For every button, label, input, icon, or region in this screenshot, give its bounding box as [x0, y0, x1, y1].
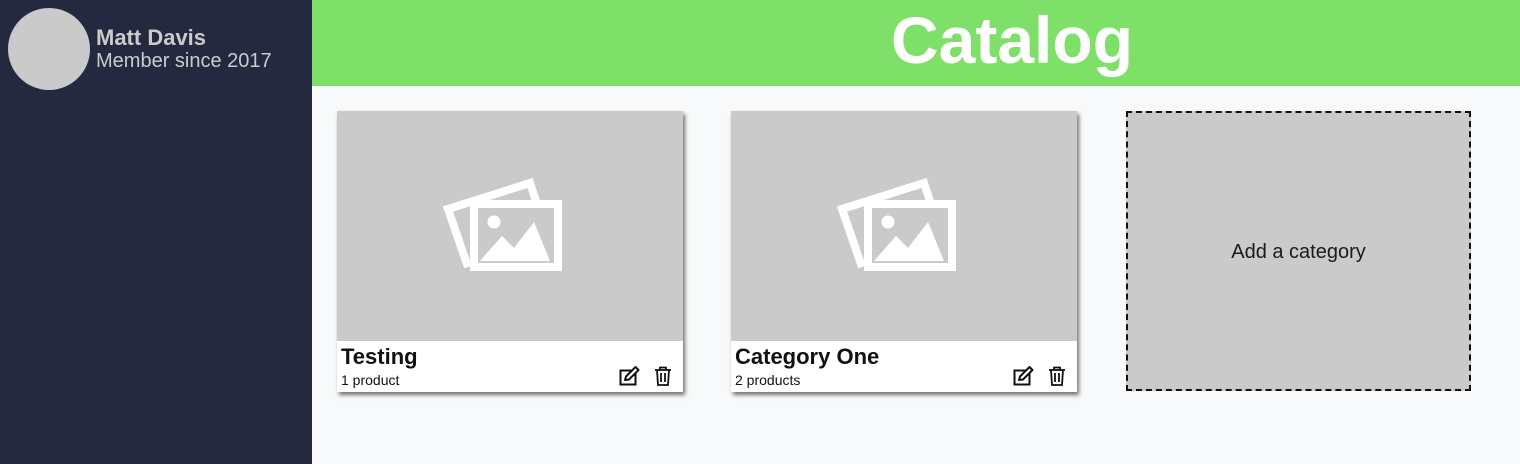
trash-icon[interactable]: [1047, 366, 1069, 386]
edit-icon[interactable]: [619, 366, 641, 386]
sidebar: Matt Davis Member since 2017: [0, 0, 312, 464]
trash-icon[interactable]: [653, 366, 675, 386]
user-name: Matt Davis: [96, 25, 207, 50]
product-count: 2 products: [735, 372, 801, 388]
category-card-category-one[interactable]: Category One 2 products: [731, 111, 1077, 392]
add-category-label: Add a category: [1231, 241, 1366, 263]
add-category-button[interactable]: Add a category: [1126, 111, 1471, 391]
member-since: Member since 2017: [96, 50, 272, 72]
photo-images-icon: [442, 177, 562, 271]
category-image-placeholder: [731, 111, 1077, 341]
header-bar: Catalog: [312, 0, 1520, 86]
avatar[interactable]: [8, 8, 90, 90]
category-card-testing[interactable]: Testing 1 product: [337, 111, 683, 392]
category-title: Testing: [341, 344, 418, 369]
product-count: 1 product: [341, 372, 400, 388]
category-image-placeholder: [337, 111, 683, 341]
photo-images-icon: [836, 177, 956, 271]
page-title: Catalog: [890, 3, 1134, 77]
edit-icon[interactable]: [1013, 366, 1035, 386]
category-title: Category One: [735, 344, 880, 369]
